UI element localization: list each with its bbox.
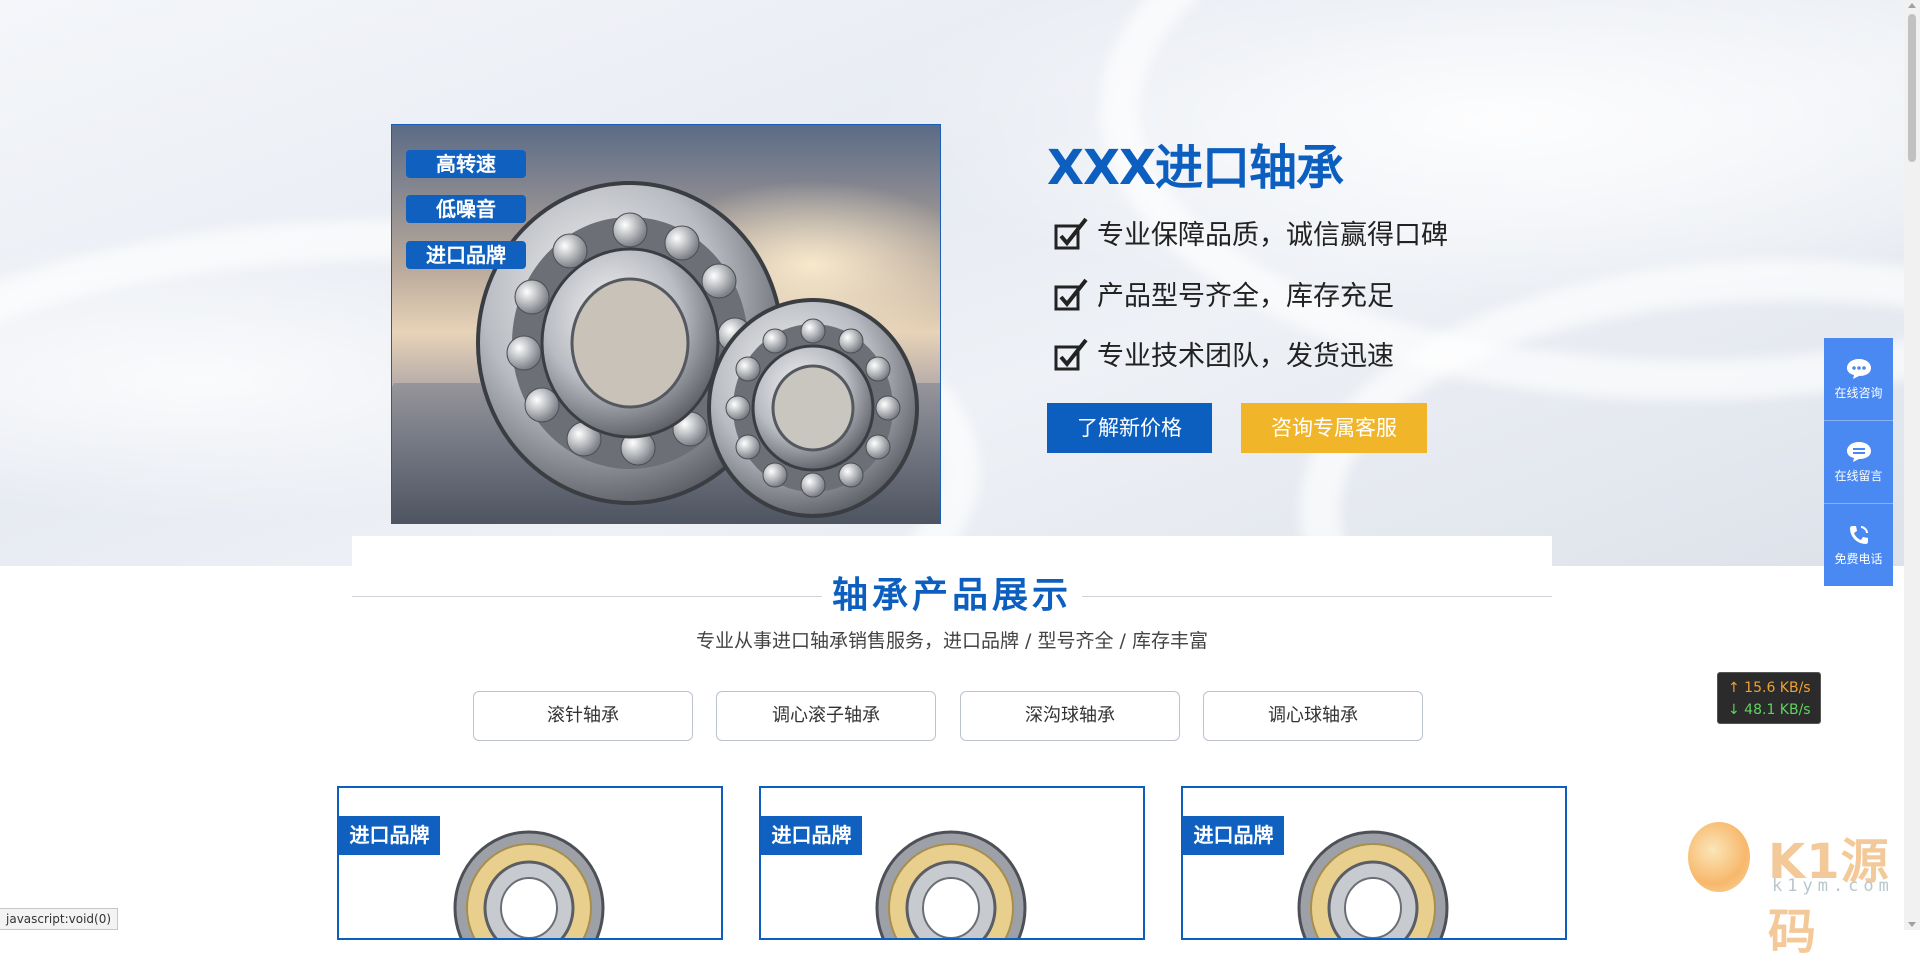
feature-item: 产品型号齐全，库存充足 [1053,274,1394,313]
checkbox-icon [1054,338,1088,370]
section-title: 轴承产品展示 [821,566,1082,618]
product-bearing-image [1297,830,1449,938]
watermark-url: k1ym.com [1772,876,1894,896]
feature-text: 专业保障品质，诚信赢得口碑 [1097,220,1448,251]
category-tab-spherical-roller[interactable]: 调心滚子轴承 [716,691,936,741]
watermark-emblem-icon [1688,822,1750,892]
product-tag: 进口品牌 [339,816,440,855]
category-tab-needle[interactable]: 滚针轴承 [473,691,693,741]
price-button[interactable]: 了解新价格 [1047,403,1212,453]
message-icon [1846,441,1871,462]
category-tab-self-aligning[interactable]: 调心球轴承 [1203,691,1423,741]
download-speed: ↓ 48.1 KB/s [1728,702,1811,718]
category-tab-deep-groove[interactable]: 深沟球轴承 [960,691,1180,741]
float-label: 在线留言 [1834,468,1883,483]
scroll-up-arrow-icon[interactable] [1908,3,1916,8]
feature-item: 专业技术团队，发货迅速 [1053,334,1394,373]
product-card[interactable]: 进口品牌 [1181,786,1567,940]
floating-contact-bar: 在线咨询 在线留言 免费电话 [1824,338,1893,586]
phone-icon [1849,525,1868,544]
chat-bubble-icon [1846,358,1871,379]
free-phone-button[interactable]: 免费电话 [1824,504,1893,586]
product-card[interactable]: 进口品牌 [759,786,1145,940]
scrollbar-thumb[interactable] [1908,14,1916,162]
checkbox-icon [1054,278,1088,310]
checkbox-icon [1054,217,1088,249]
online-message-button[interactable]: 在线留言 [1824,421,1893,504]
upload-speed: ↑ 15.6 KB/s [1728,680,1811,696]
product-tag: 进口品牌 [1183,816,1284,855]
hero-tag: 高转速 [406,150,526,178]
hero-background [0,0,1904,566]
product-card[interactable]: 进口品牌 [337,786,723,940]
watermark-logo: K1源码 k1ym.com [1688,818,1898,960]
product-bearing-image [875,830,1027,938]
section-title-wrap: 轴承产品展示 [0,566,1904,618]
hero-tag: 进口品牌 [406,241,526,269]
hero-tag: 低噪音 [406,195,526,223]
hero-title: XXX进口轴承 [1047,140,1344,196]
network-speed-widget: ↑ 15.6 KB/s ↓ 48.1 KB/s [1717,672,1821,724]
feature-text: 专业技术团队，发货迅速 [1097,341,1394,372]
feature-item: 专业保障品质，诚信赢得口碑 [1053,213,1448,252]
scroll-down-arrow-icon[interactable] [1908,922,1916,927]
feature-text: 产品型号齐全，库存充足 [1097,281,1394,312]
online-consult-button[interactable]: 在线咨询 [1824,338,1893,421]
product-bearing-image [453,830,605,938]
page-scrollbar[interactable] [1904,0,1920,930]
browser-status-bar: javascript:void(0) [0,908,119,930]
float-label: 在线咨询 [1834,385,1883,400]
section-subtitle: 专业从事进口轴承销售服务，进口品牌 / 型号齐全 / 库存丰富 [696,630,1208,652]
bearing-illustration [476,181,919,518]
service-button[interactable]: 咨询专属客服 [1241,403,1427,453]
hero-product-image: 高转速 低噪音 进口品牌 [391,124,941,524]
product-tag: 进口品牌 [761,816,862,855]
float-label: 免费电话 [1834,551,1883,566]
